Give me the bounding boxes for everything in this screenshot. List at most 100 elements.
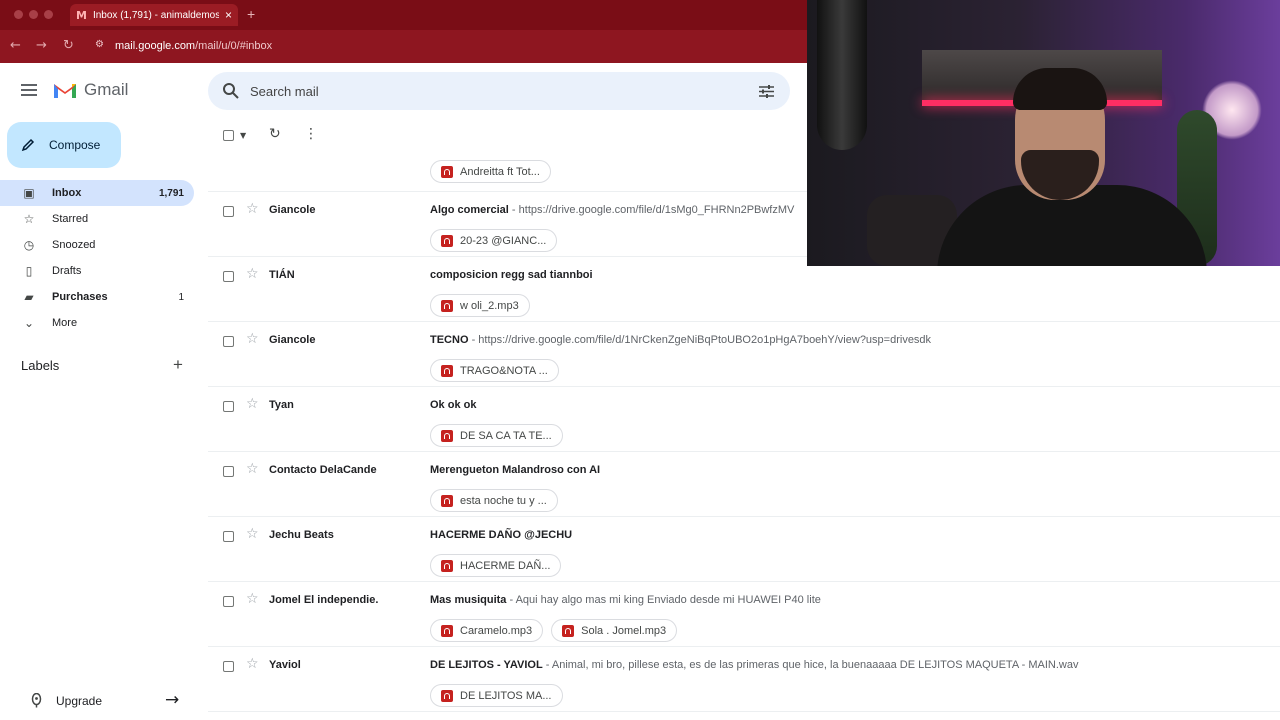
- attachment-list: DE LEJITOS MA...: [430, 684, 563, 707]
- row-checkbox[interactable]: [223, 336, 234, 347]
- star-icon[interactable]: ☆: [246, 396, 259, 412]
- email-row[interactable]: ☆ Yaviol DE LEJITOS - YAVIOL - Animal, mi …: [208, 647, 1280, 712]
- more-options-icon[interactable]: ⋮: [304, 126, 318, 142]
- audio-file-icon: [441, 364, 453, 377]
- chevron-down-icon: ⌄: [23, 316, 35, 330]
- attachment-chip[interactable]: Sola . Jomel.mp3: [551, 619, 678, 642]
- email-row[interactable]: ☆ Jechu Beats HACERME DAÑO @JECHU HACERME …: [208, 517, 1280, 582]
- star-icon[interactable]: ☆: [246, 331, 259, 347]
- close-tab-icon[interactable]: ×: [225, 8, 232, 22]
- attachment-chip[interactable]: esta noche tu y ...: [430, 489, 558, 512]
- url-path: /mail/u/0/#inbox: [195, 40, 273, 52]
- window-close-button[interactable]: [14, 10, 23, 19]
- url-field[interactable]: mail.google.com/mail/u/0/#inbox: [115, 40, 272, 52]
- row-checkbox[interactable]: [223, 531, 234, 542]
- unread-count: 1: [178, 291, 184, 303]
- audio-file-icon: [441, 689, 453, 702]
- select-all-checkbox[interactable]: [223, 130, 234, 141]
- forward-icon[interactable]: →: [36, 38, 47, 53]
- attachment-chip[interactable]: HACERME DAÑ...: [430, 554, 562, 577]
- sidebar-item-inbox[interactable]: ▣ Inbox 1,791: [0, 180, 194, 206]
- star-icon[interactable]: ☆: [246, 461, 259, 477]
- webcam-overlay: [807, 0, 1280, 266]
- attachment-name: Andreitta ft Tot...: [460, 165, 540, 178]
- email-sender: Giancole: [269, 204, 316, 216]
- star-icon[interactable]: ☆: [246, 266, 259, 282]
- refresh-icon[interactable]: ↻: [269, 126, 281, 142]
- star-icon[interactable]: ☆: [246, 201, 259, 217]
- arrow-right-icon: →: [165, 690, 180, 710]
- email-subject: DE LEJITOS - YAVIOL: [430, 659, 543, 671]
- back-icon[interactable]: ←: [10, 38, 21, 53]
- sidebar-item-more[interactable]: ⌄ More: [0, 310, 194, 336]
- email-subject-line: Mas musiquita - Aqui hay algo mas mi kin…: [430, 594, 821, 606]
- email-subject: TECNO: [430, 334, 469, 346]
- sidebar-item-drafts[interactable]: ▯ Drafts: [0, 258, 194, 284]
- search-icon[interactable]: [222, 82, 240, 100]
- email-snippet: - Animal, mi bro, pillese esta, es de la…: [545, 659, 1079, 671]
- email-subject-line: Merengueton Malandroso con AI: [430, 464, 600, 476]
- attachment-chip[interactable]: Andreitta ft Tot...: [430, 160, 551, 183]
- email-sender: Yaviol: [269, 659, 301, 671]
- search-input[interactable]: [250, 72, 730, 110]
- row-checkbox[interactable]: [223, 271, 234, 282]
- sidebar-item-label: Inbox: [52, 187, 82, 199]
- attachment-chip[interactable]: Caramelo.mp3: [430, 619, 544, 642]
- new-tab-icon[interactable]: +: [247, 6, 255, 22]
- sidebar-item-snoozed[interactable]: ◷ Snoozed: [0, 232, 194, 258]
- audio-file-icon: [441, 234, 453, 247]
- inbox-icon: ▣: [23, 186, 35, 200]
- sidebar-nav: ▣ Inbox 1,791 ☆ Starred ◷ Snoozed ▯ Draf…: [0, 180, 200, 336]
- add-label-icon[interactable]: +: [173, 355, 183, 375]
- app-name: Gmail: [84, 80, 129, 99]
- star-icon[interactable]: ☆: [246, 526, 259, 542]
- attachment-list: HACERME DAÑ...: [430, 554, 562, 577]
- email-row[interactable]: ☆ TIÁN composicion regg sad tiannboi w oli…: [208, 257, 1280, 322]
- list-toolbar: ▼ ↻ ⋮: [208, 124, 808, 152]
- main-menu-icon[interactable]: [21, 84, 37, 96]
- sidebar-item-label: Snoozed: [52, 239, 96, 251]
- upgrade-label: Upgrade: [56, 694, 103, 708]
- sidebar-item-label: Purchases: [52, 291, 108, 303]
- window-zoom-button[interactable]: [44, 10, 53, 19]
- attachment-chip[interactable]: DE LEJITOS MA...: [430, 684, 563, 707]
- attachment-chip[interactable]: w oli_2.mp3: [430, 294, 530, 317]
- reload-icon[interactable]: ↻: [63, 38, 74, 53]
- attachment-chip[interactable]: TRAGO&NOTA ...: [430, 359, 559, 382]
- attachment-chip[interactable]: 20-23 @GIANC...: [430, 229, 558, 252]
- rocket-icon: [31, 693, 42, 708]
- email-subject-line: Algo comercial - https://drive.google.co…: [430, 204, 794, 216]
- email-snippet: - https://drive.google.com/file/d/1sMg0_…: [511, 204, 795, 216]
- email-snippet: - Aqui hay algo mas mi king Enviado desd…: [509, 594, 821, 606]
- browser-tab[interactable]: M Inbox (1,791) - animaldemos@ ×: [70, 4, 238, 26]
- row-checkbox[interactable]: [223, 206, 234, 217]
- row-checkbox[interactable]: [223, 466, 234, 477]
- row-checkbox[interactable]: [223, 401, 234, 412]
- email-subject-line: Ok ok ok: [430, 399, 476, 411]
- star-icon[interactable]: ☆: [246, 656, 259, 672]
- site-settings-icon[interactable]: ⚙: [95, 39, 104, 50]
- star-icon[interactable]: ☆: [246, 591, 259, 607]
- attachment-name: Sola . Jomel.mp3: [581, 624, 667, 637]
- email-row[interactable]: ☆ Contacto DelaCande Merengueton Malandros…: [208, 452, 1280, 517]
- email-snippet: - https://drive.google.com/file/d/1NrCke…: [471, 334, 932, 346]
- search-options-icon[interactable]: [758, 84, 775, 99]
- audio-file-icon: [441, 165, 453, 178]
- attachment-chip[interactable]: DE SA CA TA TE...: [430, 424, 563, 447]
- compose-label: Compose: [49, 138, 101, 152]
- search-bar: [208, 72, 790, 110]
- sidebar-item-starred[interactable]: ☆ Starred: [0, 206, 194, 232]
- compose-button[interactable]: Compose: [7, 122, 121, 168]
- upgrade-button[interactable]: Upgrade →: [0, 690, 200, 712]
- email-row[interactable]: ☆ Jomel El independie. Mas musiquita - Aqu…: [208, 582, 1280, 647]
- tab-title: Inbox (1,791) - animaldemos@: [92, 9, 219, 21]
- row-checkbox[interactable]: [223, 596, 234, 607]
- row-checkbox[interactable]: [223, 661, 234, 672]
- email-sender: Jomel El independie.: [269, 594, 379, 606]
- window-minimize-button[interactable]: [29, 10, 38, 19]
- sidebar-item-purchases[interactable]: ▰ Purchases 1: [0, 284, 194, 310]
- email-row[interactable]: ☆ Tyan Ok ok ok DE SA CA TA TE...: [208, 387, 1280, 452]
- select-dropdown-icon[interactable]: ▼: [240, 131, 246, 140]
- gmail-logo-icon[interactable]: [52, 80, 78, 100]
- email-row[interactable]: ☆ Giancole TECNO - https://drive.google.co…: [208, 322, 1280, 387]
